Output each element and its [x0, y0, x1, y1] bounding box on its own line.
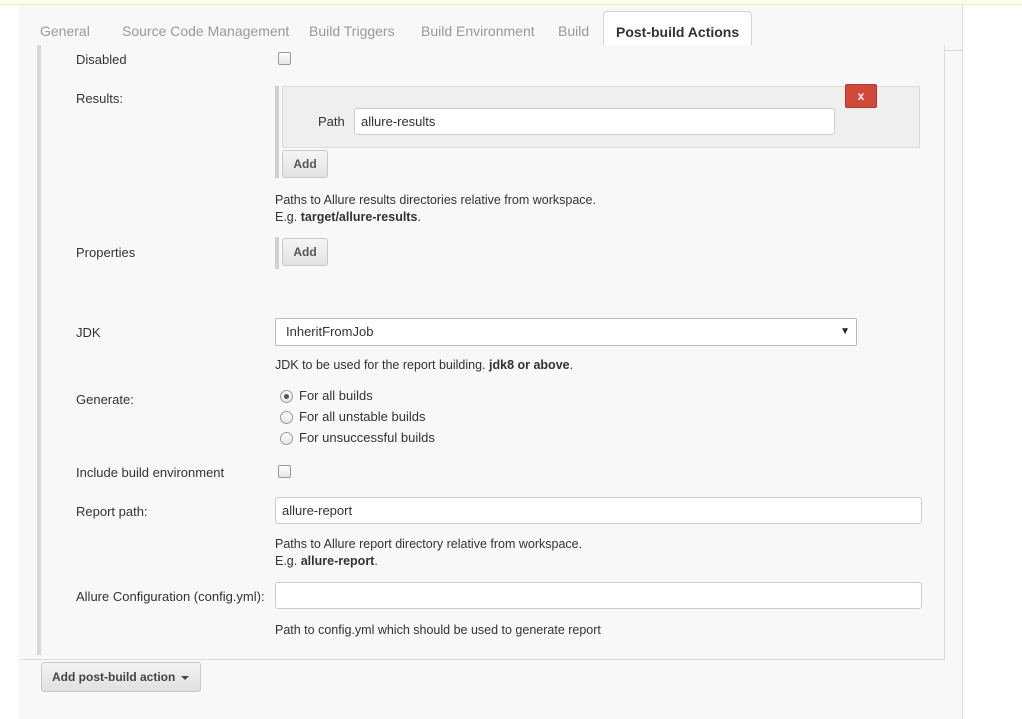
- report-help-example: allure-report: [300, 554, 375, 568]
- report-help-prefix: E.g.: [275, 554, 301, 568]
- results-help-suffix: .: [417, 210, 421, 224]
- add-post-build-action-button[interactable]: Add post-build action: [41, 662, 201, 692]
- dropdown-arrow-icon: ▼: [840, 326, 850, 337]
- results-help-prefix: E.g.: [275, 210, 301, 224]
- radio-unchecked-icon[interactable]: [280, 432, 293, 446]
- jdk-selected-value: InheritFromJob: [286, 324, 374, 339]
- path-label: Path: [318, 114, 345, 129]
- results-label: Results:: [76, 91, 123, 106]
- include-env-label: Include build environment: [76, 465, 225, 480]
- results-repeat-bar: [275, 86, 279, 178]
- add-post-build-action-label: Add post-build action: [52, 670, 176, 684]
- report-path-input[interactable]: allure-report: [275, 497, 922, 524]
- report-path-help: Paths to Allure report directory relativ…: [275, 536, 582, 570]
- report-help-suffix: .: [374, 554, 378, 568]
- results-path-input[interactable]: allure-results: [354, 108, 835, 135]
- panel-left-bar: [37, 45, 41, 655]
- jdk-help-requirement: jdk8 or above: [489, 358, 570, 372]
- jdk-help-prefix: JDK to be used for the report building.: [275, 358, 490, 372]
- properties-label: Properties: [76, 245, 136, 260]
- results-help-example: target/allure-results: [300, 210, 418, 224]
- config-help: Path to config.yml which should be used …: [275, 623, 601, 637]
- remove-path-button[interactable]: x: [845, 84, 877, 108]
- report-help-line2: E.g. allure-report.: [275, 553, 582, 570]
- report-path-label: Report path:: [76, 504, 148, 519]
- results-help: Paths to Allure results directories rela…: [275, 192, 596, 226]
- radio-label: For all builds: [299, 388, 373, 403]
- add-property-button[interactable]: Add: [282, 238, 328, 266]
- radio-for-all-unstable-builds[interactable]: For all unstable builds: [280, 409, 425, 427]
- include-env-checkbox[interactable]: [278, 465, 291, 478]
- add-results-path-button[interactable]: Add: [282, 150, 328, 178]
- generate-label: Generate:: [76, 392, 134, 407]
- radio-label: For unsuccessful builds: [299, 430, 435, 445]
- config-input[interactable]: [275, 582, 922, 609]
- jdk-label: JDK: [76, 325, 101, 340]
- jdk-help-suffix: .: [569, 358, 574, 372]
- properties-repeat-bar: [275, 237, 279, 269]
- jdk-select[interactable]: InheritFromJob ▼: [275, 318, 857, 346]
- caret-down-icon: [181, 676, 189, 680]
- radio-for-unsuccessful-builds[interactable]: For unsuccessful builds: [280, 430, 435, 448]
- disabled-checkbox[interactable]: [278, 52, 291, 65]
- jdk-help: JDK to be used for the report building. …: [275, 357, 573, 374]
- radio-checked-icon[interactable]: [280, 390, 293, 404]
- radio-label: For all unstable builds: [299, 409, 426, 424]
- disabled-label: Disabled: [76, 52, 127, 67]
- radio-unchecked-icon[interactable]: [280, 411, 293, 425]
- results-help-line1: Paths to Allure results directories rela…: [275, 193, 596, 207]
- radio-for-all-builds[interactable]: For all builds: [280, 388, 373, 406]
- results-help-line2: E.g. target/allure-results.: [275, 209, 596, 226]
- config-label: Allure Configuration (config.yml):: [76, 589, 265, 604]
- report-help-line1: Paths to Allure report directory relativ…: [275, 537, 583, 551]
